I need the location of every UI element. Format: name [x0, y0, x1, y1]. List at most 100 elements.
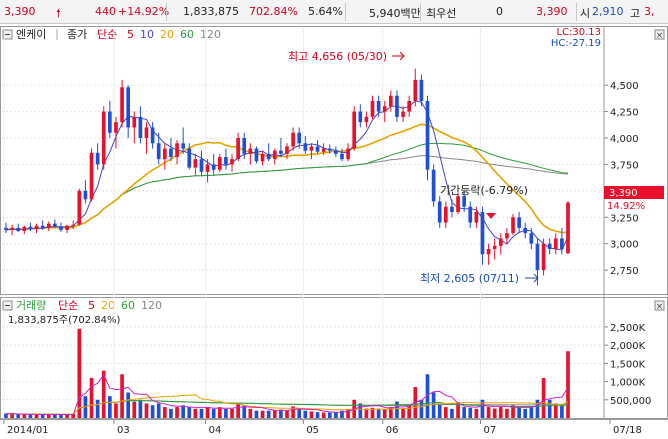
y-tick-label: 2,750 [610, 266, 639, 277]
volume-bar [401, 408, 405, 418]
candle-body [480, 212, 485, 255]
volume-bar [443, 407, 448, 418]
volume-tick-label: 1,500K [610, 359, 646, 370]
x-tick-label: 04 [209, 425, 222, 436]
volume-bar [334, 412, 338, 418]
candle-body [376, 101, 381, 112]
candle-body [401, 111, 405, 117]
volume-bar [16, 414, 21, 418]
candle-body [517, 217, 521, 228]
current-percent-tag: 14.92% [607, 201, 645, 212]
x-tick-label: 07 [483, 425, 496, 436]
low-annotation: 최저 2,605 (07/11) [420, 272, 519, 285]
volume-bar [144, 403, 149, 418]
candle-body [395, 95, 399, 117]
candle-body [352, 111, 357, 149]
candle-body [297, 132, 302, 144]
volume-bar [156, 403, 161, 418]
candle-body [132, 116, 137, 128]
volume-bar [517, 407, 521, 418]
volume-bar [224, 408, 228, 418]
x-tick-label: 2014/01 [7, 425, 49, 436]
price-panel-frame [0, 26, 668, 295]
candle-body [114, 122, 118, 133]
volume-bar [468, 407, 473, 418]
candle-body [89, 152, 94, 200]
volume-bar [505, 408, 509, 418]
volume-bar [376, 408, 381, 418]
volume-bar [248, 408, 253, 418]
volume-bar [523, 408, 528, 418]
x-axis: 2014/01 03 04 05 06 07 07/18 [3, 419, 642, 436]
candle-body [126, 87, 131, 128]
candle-body [254, 148, 259, 162]
volume-bar [187, 407, 192, 418]
candle-body [205, 164, 210, 172]
volume-bar [169, 408, 173, 418]
candle-body [169, 148, 173, 158]
candle-body [456, 196, 460, 212]
x-tick-label: 05 [306, 425, 319, 436]
candle-body [108, 111, 112, 133]
x-tick-label: 06 [386, 425, 399, 436]
volume-bar [59, 414, 63, 418]
candle-body [181, 143, 185, 149]
price-legend-item: 5 [127, 28, 134, 41]
volume-bar [236, 403, 240, 418]
volume-bar [181, 405, 185, 418]
volume-bar [205, 407, 210, 418]
volume-bar [53, 414, 57, 418]
quote-bar: 3,390 🠕 440 +14.92% 1,833,875 702.84% 5.… [0, 0, 668, 24]
candle-body [150, 127, 155, 144]
candle-body [101, 111, 106, 165]
volume-tick-label: 500,000 [610, 396, 651, 407]
volume-bar [4, 413, 8, 418]
candle-body [16, 227, 21, 232]
up-arrow-icon: 🠕 [56, 7, 61, 20]
candle-body [224, 157, 228, 165]
volume-bar [285, 410, 289, 418]
volume-bar [456, 403, 460, 418]
candle-body [364, 116, 369, 123]
candle-body [120, 87, 124, 123]
candle-body [59, 226, 63, 230]
candle-body [553, 238, 558, 249]
volume-bar [132, 401, 137, 418]
candle-body [346, 148, 350, 160]
candle-body [340, 153, 344, 160]
volume-bar [327, 412, 332, 418]
candle-body [83, 190, 88, 200]
candle-body [474, 212, 479, 223]
stock-chart: 엔케이 종가 단순 5 10 20 60 120 LC:30.13 HC:-27.19 × … [0, 26, 668, 436]
candle-body [187, 148, 192, 168]
volume-tick-label: 1,000K [610, 378, 646, 389]
candle-body [211, 164, 216, 170]
candle-body [162, 148, 167, 160]
candle-body [260, 153, 265, 162]
candle-body [407, 101, 412, 112]
candle-body [541, 243, 546, 271]
price-legend-item: 120 [200, 28, 221, 41]
volume-bar [395, 401, 399, 418]
volume-bar [492, 408, 497, 418]
volume-value: 1,833,875 [183, 5, 239, 18]
candle-body [511, 217, 515, 234]
candle-body [560, 238, 564, 249]
y-tick-label: 3,750 [610, 160, 639, 171]
candle-body [242, 138, 247, 154]
change-percent: +14.92% [118, 5, 170, 18]
volume-bar [541, 377, 546, 418]
volume-bar [266, 410, 271, 418]
volume-bar [321, 412, 326, 418]
volume-bar [10, 413, 14, 418]
candle-body [4, 227, 8, 230]
candle-body [358, 111, 363, 123]
volume-bar [535, 399, 540, 418]
price-legend-item: 20 [160, 28, 174, 41]
candle-body [450, 206, 454, 212]
volume-bar [272, 409, 277, 418]
candle-body [413, 79, 418, 101]
candle-body [419, 79, 424, 101]
volume-bar [382, 408, 387, 418]
candle-body [279, 150, 283, 154]
